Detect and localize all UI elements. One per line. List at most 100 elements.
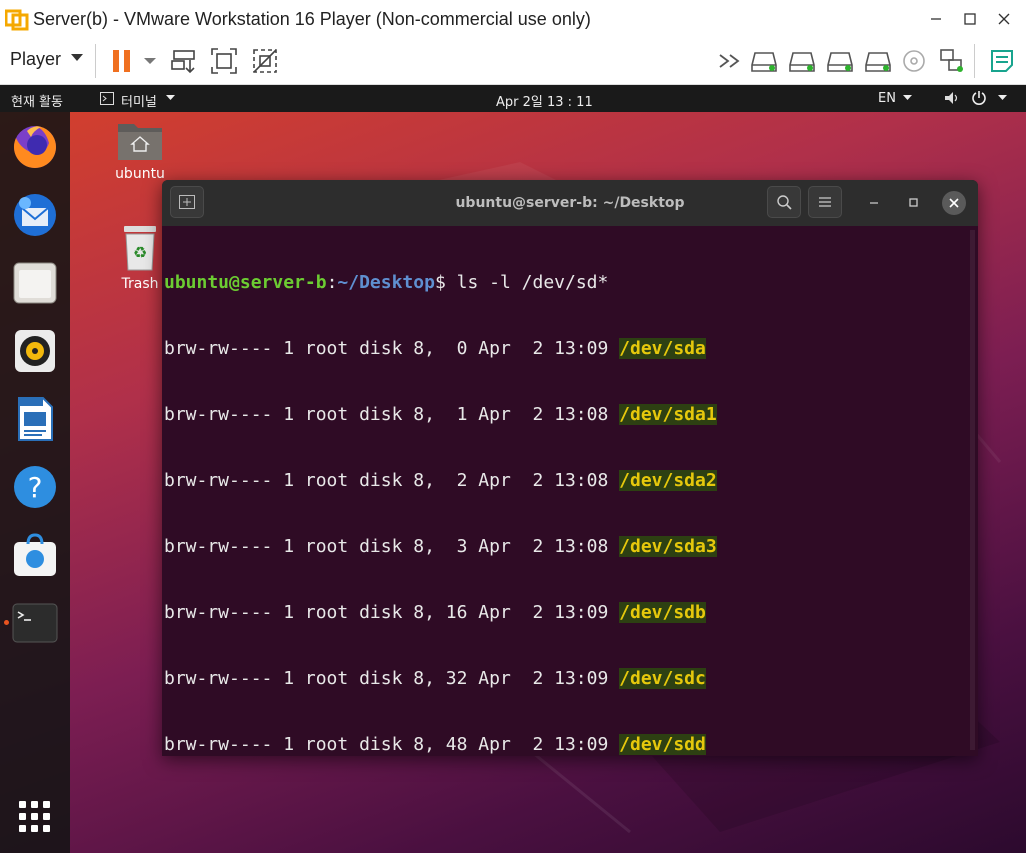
command-line: ubuntu@server-b:~/Desktop$ ls -l /dev/sd…: [164, 272, 609, 293]
dock-ubuntu-software[interactable]: [10, 530, 60, 580]
pause-button[interactable]: [106, 46, 138, 76]
svg-text:♻: ♻: [133, 243, 147, 262]
dock-thunderbird[interactable]: [10, 190, 60, 240]
shopping-bag-icon: [14, 533, 56, 576]
hard-disk-3-button[interactable]: [824, 46, 856, 76]
hard-disk-icon: [865, 52, 891, 72]
terminal-header-bar: ubuntu@server-b: ~/Desktop: [162, 180, 978, 226]
language-dropdown-icon: [903, 95, 912, 100]
pause-icon: [113, 50, 130, 72]
hard-disk-icon: [789, 52, 815, 72]
prompt-path: ~/Desktop: [337, 272, 435, 293]
send-keys-icon: [171, 50, 195, 74]
window-title: Server(b) - VMware Workstation 16 Player…: [33, 8, 591, 29]
close-button[interactable]: [984, 0, 1024, 38]
hard-disk-2-button[interactable]: [786, 46, 818, 76]
unity-mode-button[interactable]: [249, 46, 281, 76]
device-name: /dev/sda: [619, 338, 706, 359]
desktop-home-folder[interactable]: ubuntu: [108, 118, 172, 182]
dock-libreoffice-writer[interactable]: [10, 394, 60, 444]
more-devices-button[interactable]: [714, 46, 746, 76]
vmware-toolbar: Player: [0, 38, 1026, 85]
row-info: brw-rw---- 1 root disk 8, 1 Apr 2 13:08: [164, 404, 620, 425]
toolbar-separator: [974, 44, 975, 78]
cd-dvd-button[interactable]: [898, 46, 930, 76]
terminal-app-icon: [100, 92, 114, 105]
vmware-window: Server(b) - VMware Workstation 16 Player…: [0, 0, 1026, 853]
player-dropdown-icon[interactable]: [71, 52, 83, 62]
volume-icon[interactable]: [944, 91, 960, 105]
double-chevron-icon: [719, 54, 740, 68]
network-icon: [940, 49, 963, 72]
dock-firefox[interactable]: [10, 122, 60, 172]
output-row: brw-rw---- 1 root disk 8, 2 Apr 2 13:08 …: [164, 470, 964, 492]
thunderbird-icon: [14, 194, 56, 236]
gnome-top-bar: 현재 활동 터미널 Apr 2일 13 : 11 EN: [0, 85, 1026, 112]
terminal-title: ubuntu@server-b: ~/Desktop: [455, 195, 685, 211]
dock-rhythmbox[interactable]: [10, 326, 60, 376]
device-name: /dev/sda3: [619, 536, 717, 557]
close-icon: [998, 13, 1010, 25]
output-row: brw-rw---- 1 root disk 8, 3 Apr 2 13:08 …: [164, 536, 964, 558]
device-name: /dev/sdc: [619, 668, 706, 689]
row-info: brw-rw---- 1 root disk 8, 3 Apr 2 13:08: [164, 536, 620, 557]
vmware-title-bar: Server(b) - VMware Workstation 16 Player…: [0, 0, 1026, 38]
dock-help[interactable]: ?: [10, 462, 60, 512]
network-adapter-button[interactable]: [936, 46, 968, 76]
hard-disk-1-button[interactable]: [748, 46, 780, 76]
output-row: brw-rw---- 1 root disk 8, 32 Apr 2 13:09…: [164, 668, 964, 690]
maximize-icon[interactable]: [909, 198, 918, 207]
notes-icon: [991, 50, 1013, 72]
hard-disk-icon: [751, 52, 777, 72]
terminal-close-button[interactable]: [942, 191, 966, 215]
fit-window-icon: [211, 48, 237, 74]
send-ctrl-alt-del-button[interactable]: [168, 46, 200, 76]
device-name: /dev/sdb: [619, 602, 706, 623]
minimize-icon[interactable]: [869, 201, 879, 205]
svg-text:?: ?: [28, 471, 43, 504]
terminal-scrollbar[interactable]: [970, 230, 975, 750]
hard-disk-icon: [827, 52, 853, 72]
dock-files[interactable]: [10, 258, 60, 308]
show-applications-button[interactable]: [10, 792, 60, 842]
ubuntu-desktop: ? ubuntu ♻ Trash ubuntu@server-b: ~/Desk…: [0, 112, 1026, 853]
hard-disk-4-button[interactable]: [862, 46, 894, 76]
menu-button[interactable]: [808, 186, 842, 218]
message-log-button[interactable]: [986, 46, 1018, 76]
running-indicator-icon: [4, 620, 9, 625]
prompt-user: ubuntu@server-b: [164, 272, 327, 293]
terminal-window: ubuntu@server-b: ~/Desktop ubuntu@server…: [162, 180, 978, 756]
player-menu[interactable]: Player: [10, 49, 61, 70]
device-name: /dev/sdd: [619, 734, 706, 755]
pause-dropdown-icon[interactable]: [144, 57, 156, 65]
system-menu-dropdown-icon: [998, 95, 1007, 100]
toolbar-separator: [95, 44, 96, 78]
minimize-icon: [931, 18, 941, 20]
output-row: brw-rw---- 1 root disk 8, 16 Apr 2 13:09…: [164, 602, 964, 624]
search-icon: [777, 195, 792, 210]
unity-icon: [253, 49, 277, 73]
fit-guest-button[interactable]: [208, 46, 240, 76]
row-info: brw-rw---- 1 root disk 8, 2 Apr 2 13:08: [164, 470, 620, 491]
power-icon[interactable]: [971, 90, 987, 106]
maximize-icon: [964, 13, 976, 25]
dock-terminal[interactable]: [10, 598, 60, 648]
terminal-output[interactable]: ubuntu@server-b:~/Desktop$ ls -l /dev/sd…: [164, 228, 964, 756]
vmware-logo-icon: [5, 9, 29, 31]
app-grid-icon: [19, 801, 50, 832]
speaker-icon: [15, 330, 55, 372]
home-folder-icon: [118, 124, 162, 160]
input-language[interactable]: EN: [878, 91, 896, 106]
app-menu-button[interactable]: 터미널: [121, 91, 157, 110]
close-icon: [949, 198, 959, 208]
row-info: brw-rw---- 1 root disk 8, 48 Apr 2 13:09: [164, 734, 620, 755]
dock: ?: [0, 112, 70, 853]
output-row: brw-rw---- 1 root disk 8, 0 Apr 2 13:09 …: [164, 338, 964, 360]
hamburger-menu-icon: [819, 197, 831, 207]
device-name: /dev/sda1: [619, 404, 717, 425]
clock[interactable]: Apr 2일 13 : 11: [496, 91, 593, 110]
search-button[interactable]: [767, 186, 801, 218]
activities-button[interactable]: 현재 활동: [11, 91, 63, 110]
cd-icon: [903, 50, 925, 72]
firefox-icon: [13, 126, 56, 168]
